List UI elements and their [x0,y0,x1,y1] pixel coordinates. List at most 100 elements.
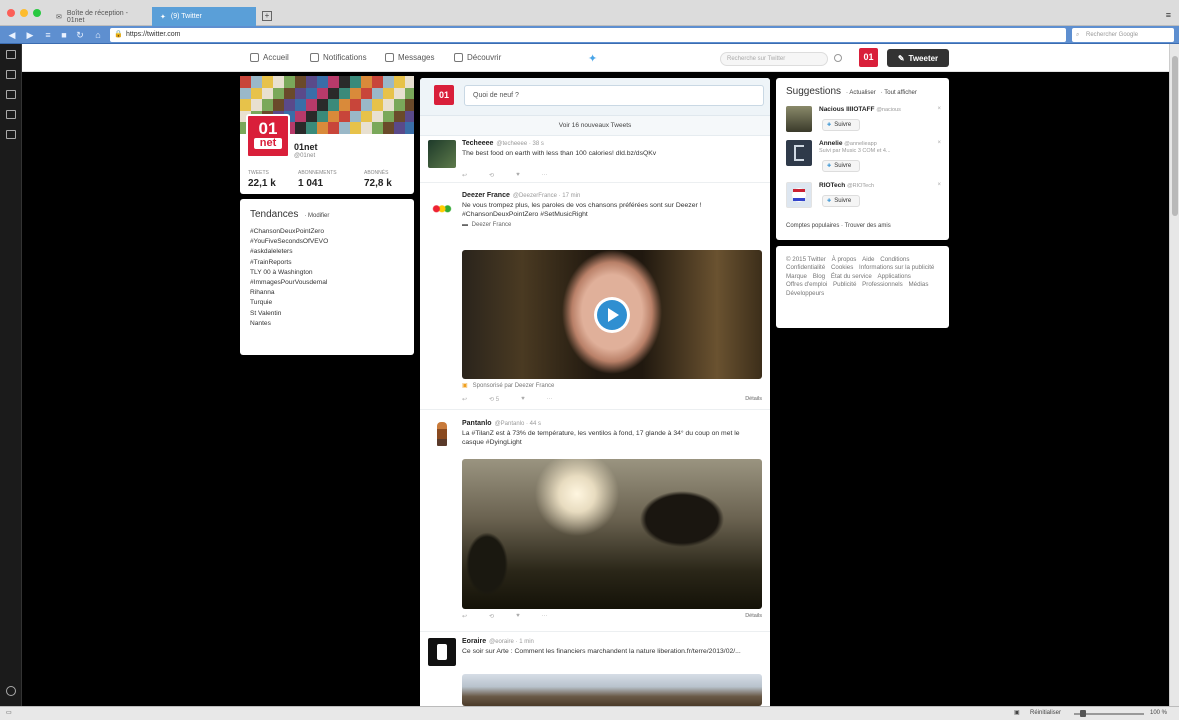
twitter-search-input[interactable]: Recherche sur Twitter [720,52,828,66]
profile-avatar[interactable]: 01 net [246,114,290,158]
new-tweets-banner[interactable]: Voir 16 nouveaux Tweets [420,116,770,136]
forward-button[interactable]: ▶ [24,29,36,41]
twitter-logo-icon[interactable]: ✦ [588,52,597,65]
favorite-icon[interactable]: ♥ [516,172,520,179]
details-link[interactable]: Détails [745,613,762,619]
tweet[interactable]: Deezer France @DeezerFrance · 17 min Ne v… [420,188,770,410]
footer-link[interactable]: Publicité [833,281,856,289]
back-button[interactable]: ◀ [6,29,18,41]
maximize-window-button[interactable] [33,9,41,17]
follow-button[interactable]: ✚ Suivre [822,160,860,172]
close-window-button[interactable] [7,9,15,17]
footer-link[interactable]: Professionnels [862,281,903,289]
home-icon[interactable]: ⌂ [92,29,104,41]
reload-button[interactable]: ↻ [74,29,86,41]
dismiss-icon[interactable]: × [937,140,941,146]
trend-item[interactable]: #TrainReports [250,259,404,266]
dismiss-icon[interactable]: × [937,182,941,188]
footer-link[interactable]: Confidentialité [786,264,825,272]
view-all-link[interactable]: · Tout afficher [881,90,917,96]
trend-item[interactable]: St Valentin [250,310,404,317]
scrollbar-thumb[interactable] [1172,56,1178,216]
more-icon[interactable]: ··· [547,396,553,403]
footer-link[interactable]: Applications [878,273,911,281]
zoom-slider-handle[interactable] [1080,710,1086,717]
suggested-user-name[interactable]: RIOTech @RIOTech [819,182,874,189]
browser-search-input[interactable]: ⌕ Rechercher Google [1072,28,1174,42]
tweet[interactable]: Pantanlo @Pantanlo · 44 s La #TilanZ est … [420,416,770,632]
play-button[interactable] [594,297,630,333]
tweet-author[interactable]: Eoraire @eoraire · 1 min [462,638,534,645]
footer-link[interactable]: Cookies [831,264,853,272]
contacts-icon[interactable] [6,90,16,99]
nav-messages[interactable]: Messages [385,53,434,62]
footer-link[interactable]: Offres d'emploi [786,281,827,289]
footer-link[interactable]: Marque [786,273,807,281]
retweet-icon[interactable]: ⟲ 5 [489,396,499,403]
mail-icon[interactable] [6,70,16,79]
footer-link[interactable]: Aide [862,256,874,264]
reply-icon[interactable]: ↩ [462,613,467,620]
favorite-icon[interactable]: ♥ [516,613,520,620]
history-button[interactable]: ≡ [42,29,54,41]
footer-link[interactable]: À propos [832,256,857,264]
video-player[interactable] [462,250,762,379]
reply-icon[interactable]: ↩ [462,172,467,179]
trend-item[interactable]: Turquie [250,299,404,306]
trend-item[interactable]: #ImmagesPourVousdemal [250,279,404,286]
tweet-button[interactable]: ✎ Tweeter [887,49,949,67]
page-scrollbar[interactable] [1169,44,1179,706]
camera-icon[interactable]: ▣ [1014,709,1020,716]
tweet-author[interactable]: Techeeee @techeeee · 38 s [462,140,544,147]
tab-menu-icon[interactable]: ≡ [1166,10,1171,20]
avatar[interactable] [786,140,812,166]
tweet-author[interactable]: Pantanlo @Pantanlo · 44 s [462,420,541,427]
trend-item[interactable]: TLY 00 à Washington [250,269,404,276]
page-view-icon[interactable]: ▭ [6,709,12,716]
tweet[interactable]: Eoraire @eoraire · 1 min Ce soir sur Arte… [420,634,770,706]
stat-followers[interactable]: Abonnés 72,8 k [364,170,392,189]
tweet-avatar[interactable] [428,638,456,666]
trend-item[interactable]: #YouFiveSecondsOfVEVO [250,238,404,245]
dismiss-icon[interactable]: × [937,106,941,112]
suggested-user-name[interactable]: Annelie @annelieapp Suivi par Music 3 COM… [819,140,891,154]
footer-link[interactable]: État du service [831,273,872,281]
search-icon[interactable] [834,54,842,62]
avatar[interactable] [786,106,812,132]
trend-item[interactable]: #askdaleleters [250,248,404,255]
trend-item[interactable]: Rihanna [250,289,404,296]
tab-twitter[interactable]: ✦ (9) Twitter [152,7,256,26]
tweet-photo[interactable] [462,459,762,609]
footer-link[interactable]: Développeurs [786,290,824,298]
stop-icon[interactable]: ■ [58,29,70,41]
tweet[interactable]: Techeeee @techeeee · 38 s The best food o… [420,136,770,183]
minimize-window-button[interactable] [20,9,28,17]
trends-modify-link[interactable]: · Modifier [304,213,329,219]
retweet-icon[interactable]: ⟲ [489,613,494,620]
notes-icon[interactable] [6,130,16,139]
tweet-photo[interactable] [462,674,762,706]
retweet-icon[interactable]: ⟲ [489,172,494,179]
follow-button[interactable]: ✚ Suivre [822,119,860,131]
reply-icon[interactable]: ↩ [462,396,467,403]
tweet-author[interactable]: Deezer France @DeezerFrance · 17 min [462,192,580,199]
gear-icon[interactable] [6,686,16,696]
url-input[interactable]: 🔒 https://twitter.com [110,28,1066,42]
tweet-avatar[interactable] [428,420,456,448]
compose-input[interactable]: Quoi de neuf ? [464,85,764,106]
footer-link[interactable]: Blog [813,273,825,281]
profile-handle[interactable]: @01net [294,153,315,159]
nav-discover[interactable]: Découvrir [454,53,501,62]
nav-notifications[interactable]: Notifications [310,53,367,62]
details-link[interactable]: Détails [745,396,762,402]
avatar[interactable]: 01 [859,48,878,67]
zoom-reset-button[interactable]: Réinitialiser [1030,710,1061,716]
suggestions-footer-links[interactable]: Comptes populaires · Trouver des amis [786,223,891,229]
nav-home[interactable]: Accueil [250,53,289,62]
trend-item[interactable]: Nantes [250,320,404,327]
footer-link[interactable]: Conditions [880,256,909,264]
new-tab-button[interactable]: + [262,11,272,21]
download-icon[interactable] [6,110,16,119]
suggested-user-name[interactable]: Nacious IIIIOTAFF @nacious [819,106,901,113]
bookmarks-icon[interactable] [6,50,16,59]
